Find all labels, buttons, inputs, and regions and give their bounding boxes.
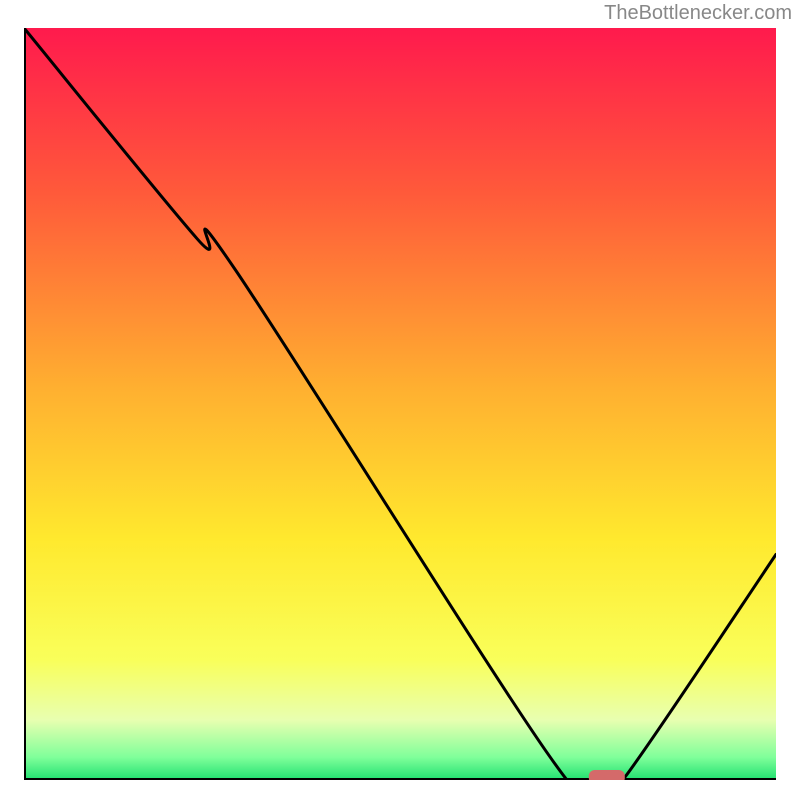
optimal-marker [589,770,625,780]
plot-background [24,28,776,780]
chart-svg [24,28,776,780]
chart-area [24,28,776,780]
attribution-text: TheBottlenecker.com [604,2,792,25]
